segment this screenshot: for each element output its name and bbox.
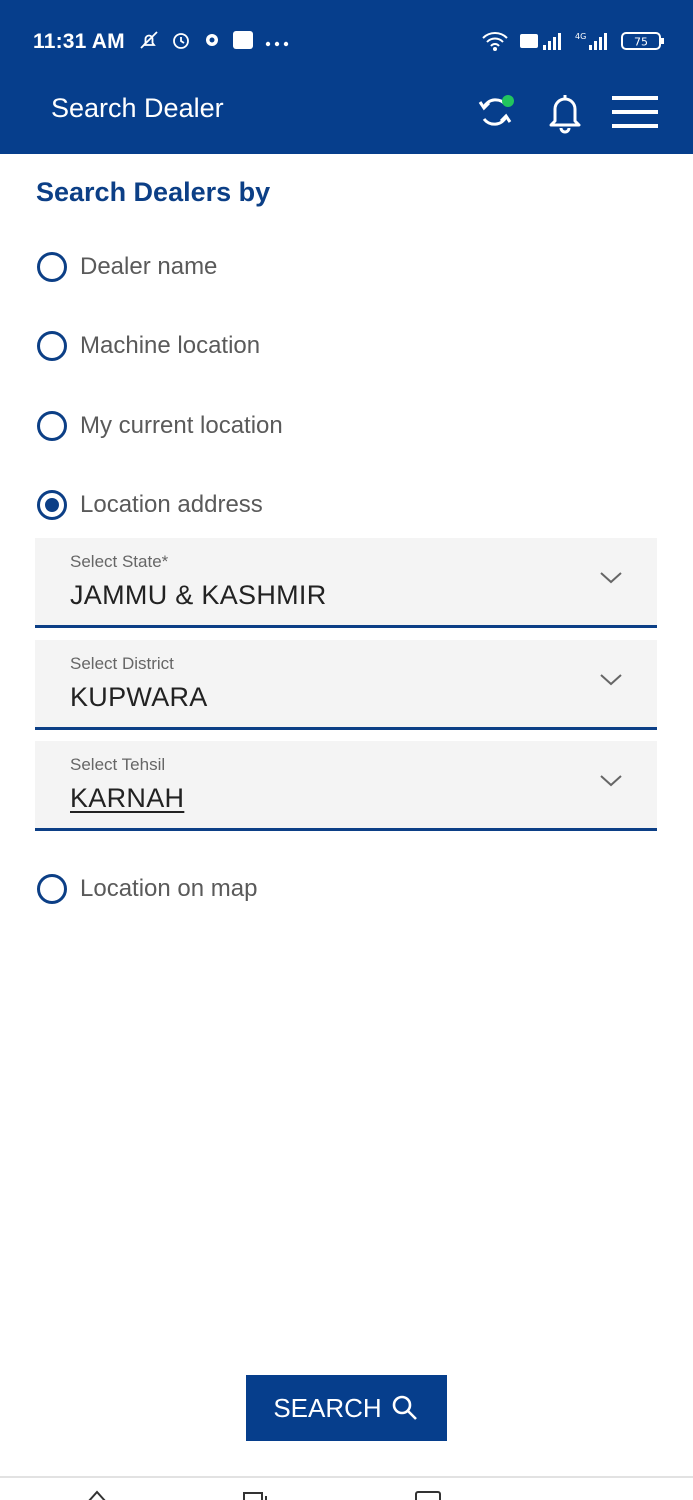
status-bar: 11:31 AM 4G 75 xyxy=(0,0,693,82)
radio-dealer-name[interactable]: Dealer name xyxy=(37,247,217,287)
bell-icon xyxy=(549,95,581,134)
chevron-down-icon xyxy=(600,674,622,686)
more-icon xyxy=(264,31,290,55)
settings-icon xyxy=(202,30,222,56)
select-label: Select State* xyxy=(70,552,169,571)
radio-label: Location on map xyxy=(80,875,258,902)
radio-button[interactable] xyxy=(37,331,67,361)
hamburger-menu-icon xyxy=(612,96,658,128)
status-icons-right: 4G 75 xyxy=(481,30,665,57)
home-icon[interactable] xyxy=(86,1490,108,1500)
select-value: KUPWARA xyxy=(70,682,208,712)
status-time: 11:31 AM xyxy=(33,30,125,53)
chevron-down-icon xyxy=(600,775,622,787)
sync-status-dot xyxy=(502,95,514,107)
radio-label: My current location xyxy=(80,412,283,439)
sync-button[interactable] xyxy=(471,88,519,136)
sync-icon xyxy=(478,95,514,126)
select-label: Select District xyxy=(70,654,174,673)
district-select[interactable]: Select District KUPWARA xyxy=(35,640,657,730)
search-button-label: SEARCH xyxy=(273,1392,382,1423)
catalog-icon[interactable] xyxy=(242,1490,272,1500)
menu-button[interactable] xyxy=(611,88,659,136)
chevron-down-icon xyxy=(600,572,622,584)
state-select[interactable]: Select State* JAMMU & KASHMIR xyxy=(35,538,657,628)
app-badge-icon xyxy=(232,29,254,57)
network-label: 4G xyxy=(575,32,586,41)
radio-button-checked[interactable] xyxy=(37,490,67,520)
radio-location-on-map[interactable]: Location on map xyxy=(37,869,257,909)
app-actions xyxy=(471,88,659,136)
app-bar: Search Dealer xyxy=(0,82,693,154)
signal-icon: 4G xyxy=(575,30,611,57)
radio-my-current-location[interactable]: My current location xyxy=(37,406,283,446)
section-title: Search Dealers by xyxy=(36,177,271,207)
radio-label: Location address xyxy=(80,491,263,518)
radio-button[interactable] xyxy=(37,411,67,441)
signal-icon xyxy=(519,30,565,57)
notifications-button[interactable] xyxy=(541,88,589,136)
cart-icon[interactable] xyxy=(414,1490,444,1500)
radio-location-address[interactable]: Location address xyxy=(37,485,263,525)
tehsil-select[interactable]: Select Tehsil KARNAH xyxy=(35,741,657,831)
radio-machine-location[interactable]: Machine location xyxy=(37,326,260,366)
select-label: Select Tehsil xyxy=(70,755,166,774)
radio-label: Machine location xyxy=(80,332,261,359)
alarm-icon xyxy=(170,29,192,57)
wifi-icon xyxy=(481,30,509,57)
page-title: Search Dealer xyxy=(51,93,224,123)
battery-level: 75 xyxy=(634,36,648,49)
select-value: KARNAH xyxy=(70,783,185,813)
battery-icon: 75 xyxy=(621,30,665,57)
status-icons-left xyxy=(138,29,290,57)
radio-button[interactable] xyxy=(37,252,67,282)
radio-label: Dealer name xyxy=(80,253,218,280)
bottom-navigation xyxy=(0,1476,693,1500)
notification-off-icon xyxy=(138,29,160,57)
radio-button[interactable] xyxy=(37,874,67,904)
select-value: JAMMU & KASHMIR xyxy=(70,580,327,610)
search-button[interactable]: SEARCH xyxy=(246,1375,447,1441)
search-icon xyxy=(392,1395,417,1420)
